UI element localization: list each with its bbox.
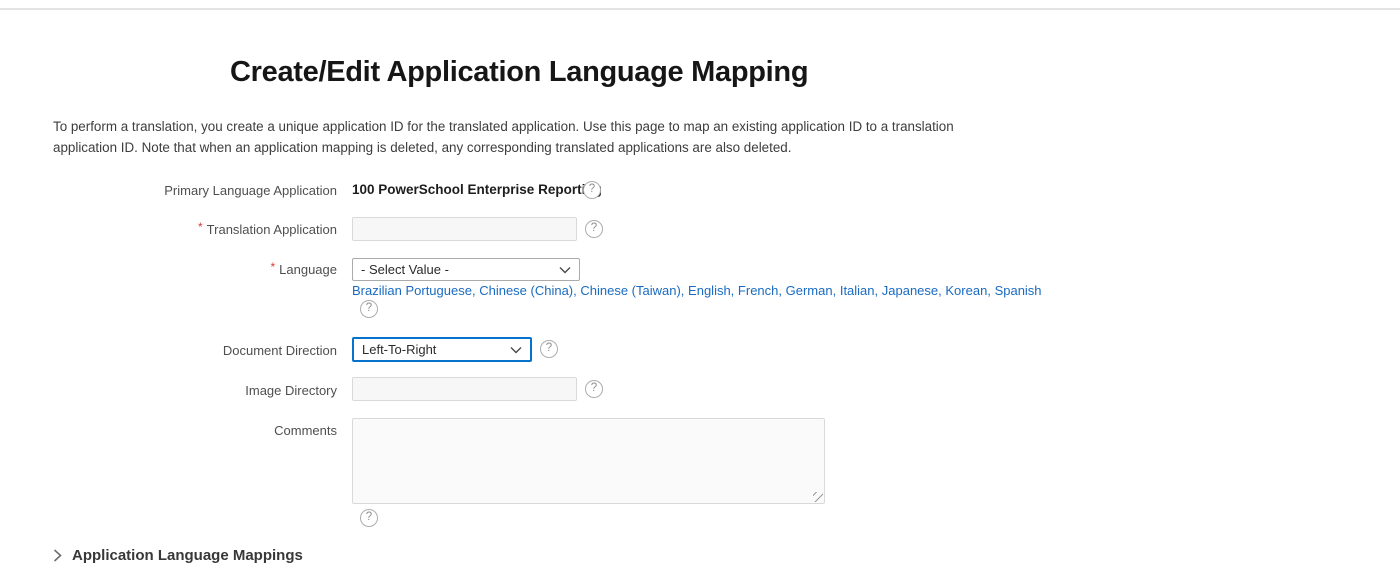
help-icon[interactable]: ? <box>360 509 378 527</box>
document-direction-select[interactable]: Left-To-Right <box>352 337 532 362</box>
language-quick-links: Brazilian Portuguese, Chinese (China), C… <box>352 283 1042 298</box>
section-title: Application Language Mappings <box>72 547 303 564</box>
help-icon[interactable]: ? <box>585 380 603 398</box>
language-link[interactable]: Brazilian Portuguese, <box>352 283 476 298</box>
page: Create/Edit Application Language Mapping… <box>0 0 1400 565</box>
image-directory-input[interactable] <box>352 377 577 401</box>
comments-label: Comments <box>0 423 337 438</box>
chevron-right-icon <box>53 549 62 562</box>
help-icon[interactable]: ? <box>585 220 603 238</box>
required-marker: * <box>270 260 275 274</box>
document-direction-select-value: Left-To-Right <box>362 342 436 357</box>
language-link[interactable]: Spanish <box>995 283 1042 298</box>
translation-application-label: *Translation Application <box>0 222 337 237</box>
language-label: *Language <box>0 262 337 277</box>
primary-language-application-label: Primary Language Application <box>0 183 337 198</box>
document-direction-label: Document Direction <box>0 343 337 358</box>
resize-handle-icon[interactable] <box>813 492 823 502</box>
language-link[interactable]: Italian, <box>840 283 878 298</box>
required-marker: * <box>198 220 203 234</box>
help-icon[interactable]: ? <box>583 181 601 199</box>
language-link[interactable]: Chinese (China), <box>479 283 577 298</box>
page-description: To perform a translation, you create a u… <box>53 117 1005 158</box>
translation-application-input[interactable] <box>352 217 577 241</box>
language-select-value: - Select Value - <box>361 262 449 277</box>
page-title: Create/Edit Application Language Mapping <box>230 56 808 89</box>
language-select[interactable]: - Select Value - <box>352 258 580 281</box>
language-link[interactable]: Chinese (Taiwan), <box>580 283 684 298</box>
help-icon[interactable]: ? <box>360 300 378 318</box>
chevron-down-icon <box>510 346 522 354</box>
section-application-language-mappings[interactable]: Application Language Mappings <box>53 547 303 564</box>
help-icon[interactable]: ? <box>540 340 558 358</box>
chevron-down-icon <box>559 266 571 274</box>
language-link[interactable]: German, <box>786 283 837 298</box>
language-link[interactable]: Japanese, <box>882 283 942 298</box>
language-link[interactable]: Korean, <box>945 283 991 298</box>
top-divider <box>0 8 1400 10</box>
language-link[interactable]: English, <box>688 283 734 298</box>
primary-language-application-value: 100 PowerSchool Enterprise Reporting <box>352 182 602 197</box>
language-link[interactable]: French, <box>738 283 782 298</box>
comments-textarea[interactable] <box>352 418 825 504</box>
image-directory-label: Image Directory <box>0 383 337 398</box>
